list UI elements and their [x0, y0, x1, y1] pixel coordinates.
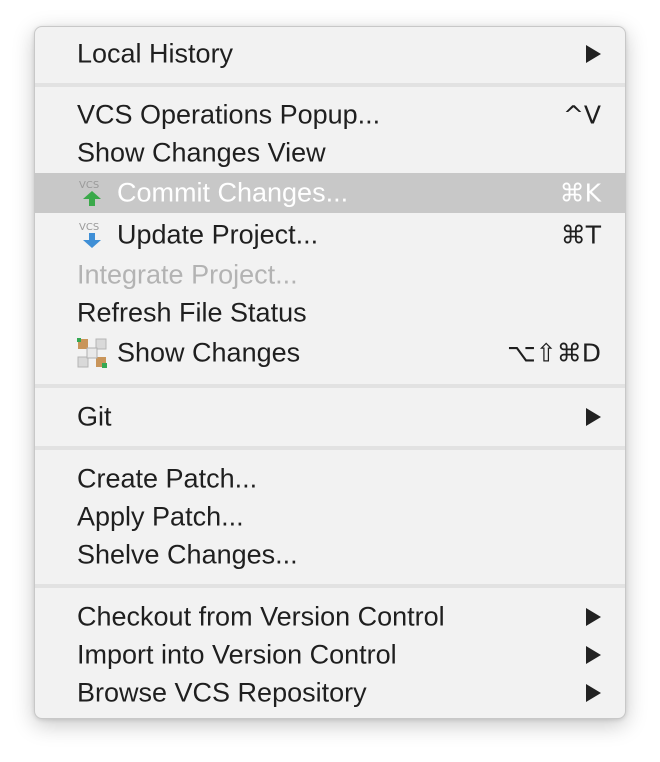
menu-item-shortcut: ^V [562, 100, 601, 130]
vcs-context-menu: Local History VCS Operations Popup... ^V… [34, 26, 626, 719]
menu-item-local-history[interactable]: Local History [35, 34, 625, 74]
menu-item-label: Integrate Project... [77, 259, 298, 290]
menu-separator [35, 83, 625, 87]
menu-item-checkout-from-vcs[interactable]: Checkout from Version Control [35, 597, 625, 637]
menu-separator [35, 446, 625, 450]
menu-item-label: Create Patch... [77, 463, 258, 494]
menu-item-label: VCS Operations Popup... [77, 99, 381, 130]
menu-item-label: Import into Version Control [77, 639, 397, 670]
diff-changes-icon [77, 338, 107, 368]
menu-item-shortcut: ⌘T [560, 220, 601, 250]
submenu-arrow-icon [586, 646, 601, 664]
menu-item-git[interactable]: Git [35, 397, 625, 437]
submenu-arrow-icon [586, 45, 601, 63]
menu-item-shelve-changes[interactable]: Shelve Changes... [35, 535, 625, 575]
menu-item-label: Show Changes View [77, 137, 326, 168]
menu-separator [35, 584, 625, 588]
menu-item-create-patch[interactable]: Create Patch... [35, 459, 625, 499]
submenu-arrow-icon [586, 408, 601, 426]
vcs-badge-text: VCS [79, 180, 99, 191]
menu-item-label: Apply Patch... [77, 501, 244, 532]
menu-item-label: Shelve Changes... [77, 539, 298, 570]
menu-item-apply-patch[interactable]: Apply Patch... [35, 497, 625, 537]
menu-item-update-project[interactable]: VCS Update Project... ⌘T [35, 215, 625, 255]
menu-item-import-into-vcs[interactable]: Import into Version Control [35, 635, 625, 675]
menu-item-vcs-operations-popup[interactable]: VCS Operations Popup... ^V [35, 95, 625, 135]
submenu-arrow-icon [586, 684, 601, 702]
menu-item-label: Show Changes [117, 337, 301, 368]
vcs-commit-icon: VCS [79, 180, 101, 206]
menu-item-label: Git [77, 401, 112, 432]
submenu-arrow-icon [586, 608, 601, 626]
menu-item-label: Browse VCS Repository [77, 677, 367, 708]
menu-item-show-changes-view[interactable]: Show Changes View [35, 133, 625, 173]
menu-item-label: Refresh File Status [77, 297, 307, 328]
menu-item-label: Commit Changes... [117, 177, 349, 208]
menu-item-label: Local History [77, 38, 234, 69]
vcs-update-icon: VCS [79, 222, 101, 248]
menu-item-label: Checkout from Version Control [77, 601, 445, 632]
menu-item-commit-changes[interactable]: VCS Commit Changes... ⌘K [35, 173, 625, 213]
menu-item-show-changes[interactable]: Show Changes ⌥⇧⌘D [35, 333, 625, 373]
menu-item-browse-vcs-repository[interactable]: Browse VCS Repository [35, 673, 625, 713]
menu-item-shortcut: ⌘K [559, 178, 601, 208]
menu-item-label: Update Project... [117, 219, 319, 250]
menu-item-shortcut: ⌥⇧⌘D [506, 338, 601, 368]
menu-item-refresh-file-status[interactable]: Refresh File Status [35, 293, 625, 333]
menu-item-integrate-project: Integrate Project... [35, 255, 625, 295]
vcs-badge-text: VCS [79, 222, 99, 233]
menu-separator [35, 384, 625, 388]
